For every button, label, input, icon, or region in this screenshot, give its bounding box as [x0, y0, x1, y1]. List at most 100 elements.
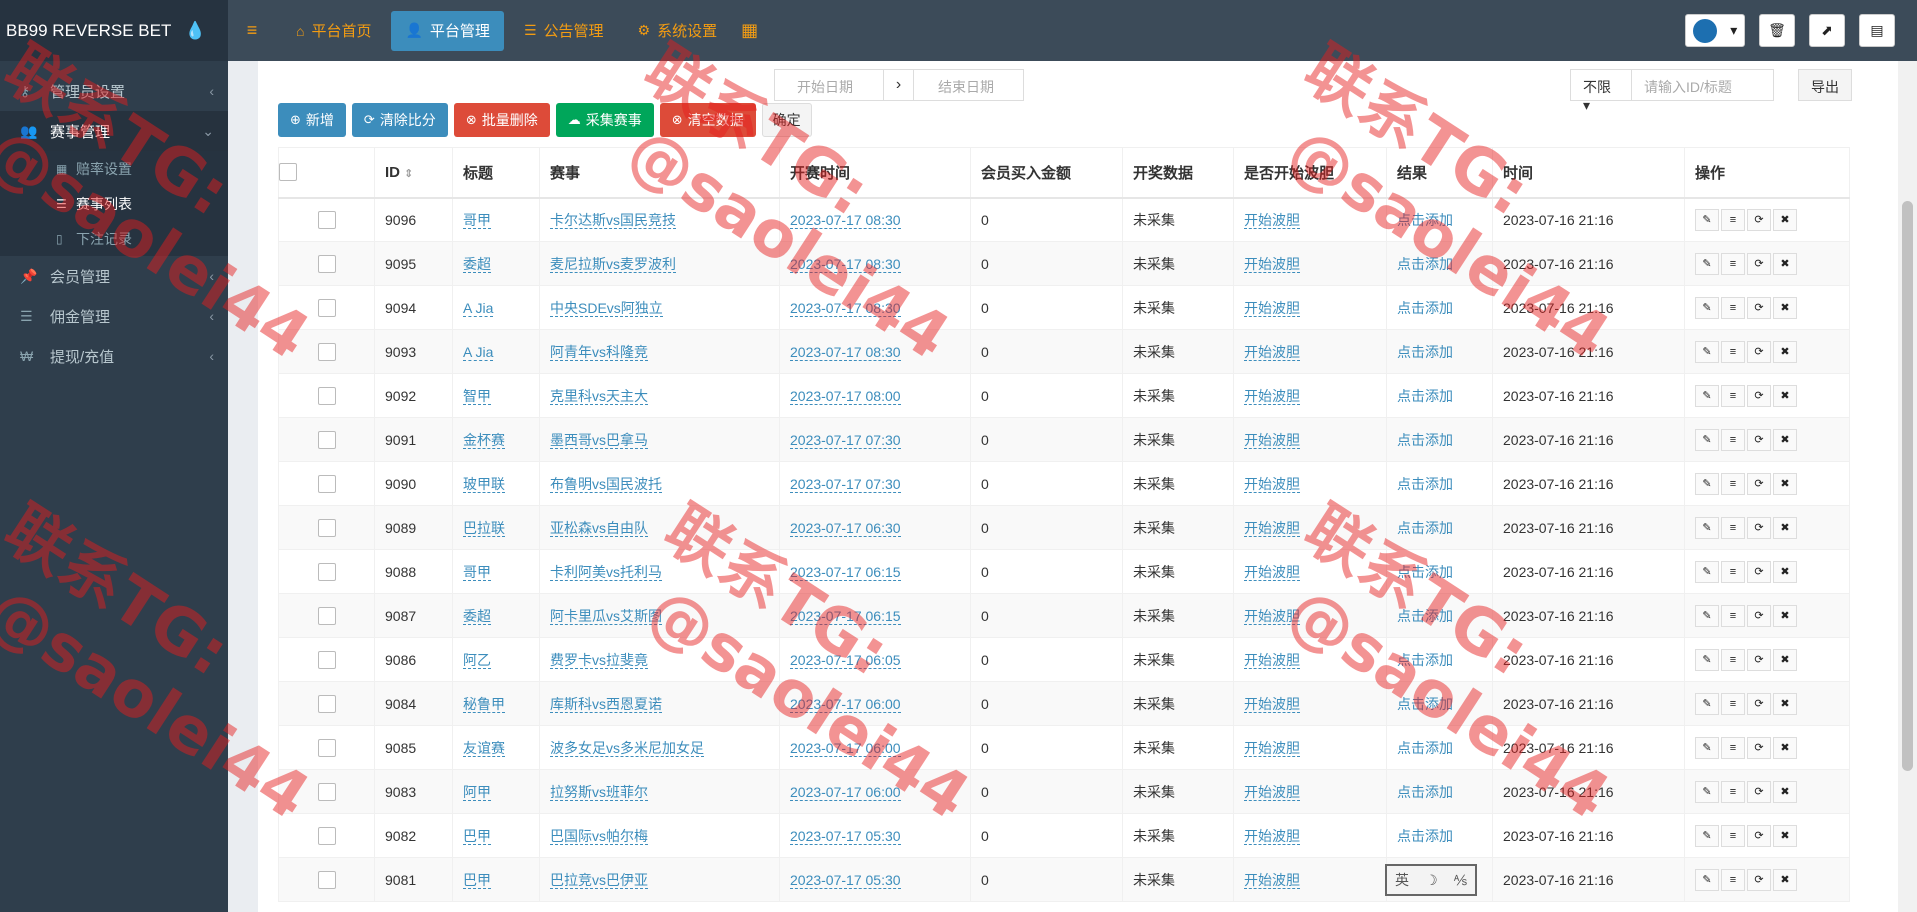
add-result-link[interactable]: 点击添加: [1397, 564, 1453, 580]
add-result-link[interactable]: 点击添加: [1397, 828, 1453, 844]
start-time-editable[interactable]: 2023-07-17 08:30: [790, 255, 901, 273]
add-result-link[interactable]: 点击添加: [1397, 740, 1453, 756]
title-editable[interactable]: 阿甲: [463, 783, 491, 801]
close-row-button[interactable]: ✖: [1773, 472, 1797, 495]
start-time-editable[interactable]: 2023-07-17 08:30: [790, 211, 901, 229]
match-editable[interactable]: 库斯科vs西恩夏诺: [550, 695, 662, 713]
close-row-button[interactable]: ✖: [1773, 428, 1797, 451]
sidebar-item-member-management[interactable]: 📌 会员管理 ‹: [0, 256, 228, 296]
edit-row-button[interactable]: ✎: [1695, 736, 1719, 759]
list-row-button[interactable]: ≡: [1721, 428, 1745, 451]
add-result-link[interactable]: 点击添加: [1397, 344, 1453, 360]
start-time-editable[interactable]: 2023-07-17 06:05: [790, 651, 901, 669]
grid-icon[interactable]: ▦: [741, 20, 758, 41]
close-row-button[interactable]: ✖: [1773, 384, 1797, 407]
start-time-editable[interactable]: 2023-07-17 05:30: [790, 871, 901, 889]
start-bodan-link[interactable]: 开始波胆: [1244, 475, 1300, 493]
edit-row-button[interactable]: ✎: [1695, 824, 1719, 847]
list-row-button[interactable]: ≡: [1721, 648, 1745, 671]
title-editable[interactable]: 玻甲联: [463, 475, 505, 493]
edit-row-button[interactable]: ✎: [1695, 384, 1719, 407]
match-editable[interactable]: 卡利阿美vs托利马: [550, 563, 662, 581]
match-editable[interactable]: 阿卡里瓜vs艾斯图: [550, 607, 662, 625]
row-checkbox[interactable]: [317, 474, 336, 493]
tab-system-settings[interactable]: ⚙ 系统设置: [624, 11, 732, 51]
control-sidebar-button[interactable]: ▤: [1859, 14, 1895, 47]
scrollbar-thumb[interactable]: [1902, 201, 1913, 771]
collect-matches-button[interactable]: ☁ 采集赛事: [555, 103, 654, 137]
match-editable[interactable]: 克里科vs天主大: [550, 387, 648, 405]
title-editable[interactable]: 哥甲: [463, 211, 491, 229]
row-checkbox[interactable]: [317, 210, 336, 229]
refresh-row-button[interactable]: ⟳: [1747, 736, 1771, 759]
add-result-link[interactable]: 点击添加: [1397, 388, 1453, 404]
start-bodan-link[interactable]: 开始波胆: [1244, 651, 1300, 669]
sidebar-item-admin-settings[interactable]: ⚷ 管理员设置 ‹: [0, 71, 228, 111]
edit-row-button[interactable]: ✎: [1695, 868, 1719, 891]
title-editable[interactable]: 巴甲: [463, 827, 491, 845]
row-checkbox[interactable]: [317, 298, 336, 317]
title-editable[interactable]: 哥甲: [463, 563, 491, 581]
add-result-link[interactable]: 点击添加: [1397, 696, 1453, 712]
edit-row-button[interactable]: ✎: [1695, 692, 1719, 715]
start-time-editable[interactable]: 2023-07-17 06:00: [790, 739, 901, 757]
start-bodan-link[interactable]: 开始波胆: [1244, 695, 1300, 713]
title-editable[interactable]: 巴甲: [463, 871, 491, 889]
add-result-link[interactable]: 点击添加: [1397, 256, 1453, 272]
row-checkbox[interactable]: [317, 738, 336, 757]
page-scrollbar[interactable]: [1898, 61, 1917, 912]
row-checkbox[interactable]: [317, 518, 336, 537]
list-row-button[interactable]: ≡: [1721, 560, 1745, 583]
match-editable[interactable]: 波多女足vs多米尼加女足: [550, 739, 704, 757]
start-time-editable[interactable]: 2023-07-17 08:00: [790, 387, 901, 405]
filter-select[interactable]: 不限 ▾: [1570, 69, 1632, 113]
start-time-editable[interactable]: 2023-07-17 06:00: [790, 695, 901, 713]
batch-delete-button[interactable]: ⊗ 批量删除: [453, 103, 550, 137]
refresh-row-button[interactable]: ⟳: [1747, 692, 1771, 715]
title-editable[interactable]: 友谊赛: [463, 739, 505, 757]
close-row-button[interactable]: ✖: [1773, 340, 1797, 363]
edit-row-button[interactable]: ✎: [1695, 648, 1719, 671]
add-result-link[interactable]: 点击添加: [1397, 784, 1453, 800]
close-row-button[interactable]: ✖: [1773, 604, 1797, 627]
start-bodan-link[interactable]: 开始波胆: [1244, 255, 1300, 273]
row-checkbox[interactable]: [317, 782, 336, 801]
fullscreen-button[interactable]: ⬈: [1809, 14, 1845, 47]
list-row-button[interactable]: ≡: [1721, 824, 1745, 847]
add-result-link[interactable]: 点击添加: [1397, 300, 1453, 316]
row-checkbox[interactable]: [317, 606, 336, 625]
close-row-button[interactable]: ✖: [1773, 780, 1797, 803]
row-checkbox[interactable]: [317, 342, 336, 361]
start-time-editable[interactable]: 2023-07-17 06:30: [790, 519, 901, 537]
start-bodan-link[interactable]: 开始波胆: [1244, 343, 1300, 361]
start-time-editable[interactable]: 2023-07-17 07:30: [790, 431, 901, 449]
row-checkbox[interactable]: [317, 562, 336, 581]
close-row-button[interactable]: ✖: [1773, 516, 1797, 539]
start-bodan-link[interactable]: 开始波胆: [1244, 783, 1300, 801]
language-dropdown[interactable]: ▾: [1685, 14, 1745, 47]
list-row-button[interactable]: ≡: [1721, 252, 1745, 275]
add-result-link[interactable]: 点击添加: [1397, 212, 1453, 228]
close-row-button[interactable]: ✖: [1773, 868, 1797, 891]
logo[interactable]: BB99 REVERSE BET 💧: [0, 0, 228, 61]
row-checkbox[interactable]: [317, 386, 336, 405]
add-result-link[interactable]: 点击添加: [1397, 520, 1453, 536]
list-row-button[interactable]: ≡: [1721, 604, 1745, 627]
refresh-row-button[interactable]: ⟳: [1747, 340, 1771, 363]
ime-toolbar[interactable]: 英 ☽ ⅍: [1385, 864, 1477, 896]
close-row-button[interactable]: ✖: [1773, 824, 1797, 847]
sidebar-subitem-match-list[interactable]: ☰ 赛事列表: [0, 186, 228, 221]
start-bodan-link[interactable]: 开始波胆: [1244, 739, 1300, 757]
sidebar-item-withdraw-deposit[interactable]: ₩ 提现/充值 ‹: [0, 336, 228, 376]
match-editable[interactable]: 费罗卡vs拉斐竟: [550, 651, 648, 669]
title-editable[interactable]: 阿乙: [463, 651, 491, 669]
title-editable[interactable]: 智甲: [463, 387, 491, 405]
start-time-editable[interactable]: 2023-07-17 06:15: [790, 563, 901, 581]
refresh-row-button[interactable]: ⟳: [1747, 208, 1771, 231]
refresh-row-button[interactable]: ⟳: [1747, 604, 1771, 627]
edit-row-button[interactable]: ✎: [1695, 604, 1719, 627]
title-editable[interactable]: 委超: [463, 255, 491, 273]
add-button[interactable]: ⊕ 新增: [278, 103, 346, 137]
refresh-row-button[interactable]: ⟳: [1747, 296, 1771, 319]
start-time-editable[interactable]: 2023-07-17 06:00: [790, 783, 901, 801]
